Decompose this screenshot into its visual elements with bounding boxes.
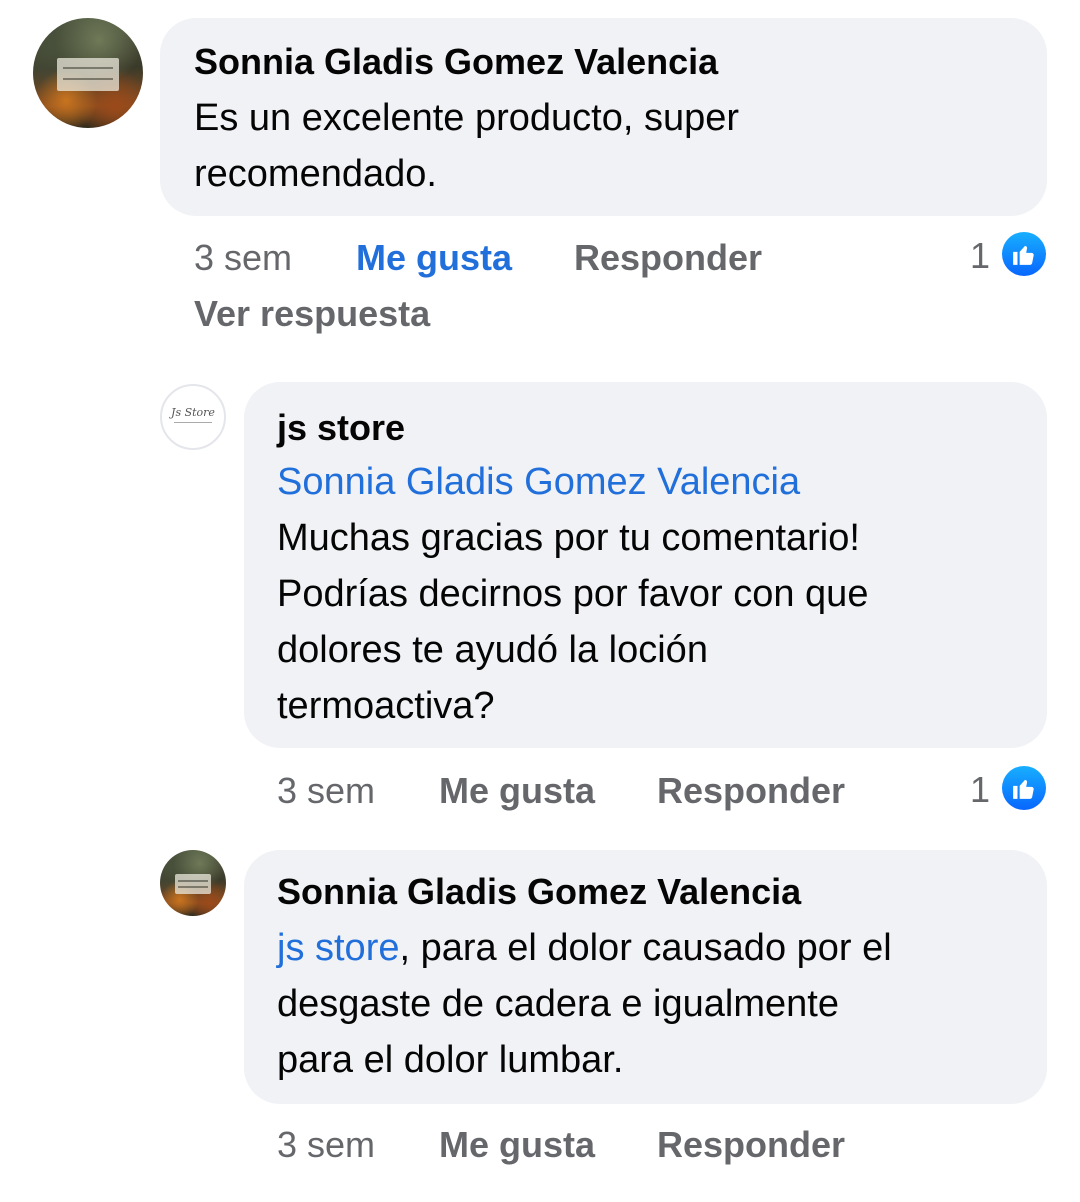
comment-text-line: dolores te ayudó la loción bbox=[277, 629, 708, 671]
avatar-image bbox=[174, 873, 212, 894]
like-button[interactable]: Me gusta bbox=[356, 238, 512, 278]
avatar[interactable] bbox=[33, 18, 143, 128]
reply-comment: Sonnia Gladis Gomez Valencia js store, p… bbox=[0, 840, 1080, 1202]
comment-text-line: termoactiva? bbox=[277, 685, 495, 727]
store-logo: Js Store bbox=[171, 406, 215, 419]
comment-text-line: desgaste de cadera e igualmente bbox=[277, 983, 839, 1025]
comment-text: Es un excelente producto, super recomend… bbox=[194, 90, 739, 202]
comment-text-line: Podrías decirnos por favor con que bbox=[277, 573, 869, 615]
comment-text-line: Es un excelente producto, super bbox=[194, 97, 740, 139]
logo-divider bbox=[174, 422, 212, 423]
comment-text: Sonnia Gladis Gomez Valencia Muchas grac… bbox=[277, 454, 868, 734]
mention-link[interactable]: js store bbox=[277, 927, 399, 969]
comment-bubble: Sonnia Gladis Gomez Valencia Es un excel… bbox=[160, 18, 1047, 216]
comment-bubble: Sonnia Gladis Gomez Valencia js store, p… bbox=[244, 850, 1047, 1104]
like-icon bbox=[1002, 766, 1046, 810]
like-button[interactable]: Me gusta bbox=[439, 771, 595, 811]
reply-comment: Js Store js store Sonnia Gladis Gomez Va… bbox=[0, 360, 1080, 830]
comment-bubble: js store Sonnia Gladis Gomez Valencia Mu… bbox=[244, 382, 1047, 748]
reply-button[interactable]: Responder bbox=[574, 238, 762, 278]
comment-timestamp[interactable]: 3 sem bbox=[277, 1125, 375, 1165]
comment-author[interactable]: js store bbox=[277, 408, 405, 448]
reply-button[interactable]: Responder bbox=[657, 771, 845, 811]
comment-text-line: recomendado. bbox=[194, 153, 437, 195]
comment-text-fragment: , para el dolor causado por el bbox=[399, 927, 892, 969]
reaction-count[interactable]: 1 bbox=[970, 236, 990, 276]
comment-text-line: para el dolor lumbar. bbox=[277, 1039, 624, 1081]
mention-link[interactable]: Sonnia Gladis Gomez Valencia bbox=[277, 454, 868, 510]
comment-text-line: Muchas gracias por tu comentario! bbox=[277, 517, 860, 559]
comment-actions: 3 sem Me gusta Responder bbox=[277, 1125, 977, 1165]
avatar[interactable]: Js Store bbox=[160, 384, 226, 450]
comment-text-line: js store, para el dolor causado por el bbox=[277, 920, 892, 976]
comment-timestamp[interactable]: 3 sem bbox=[277, 771, 375, 811]
comment-author[interactable]: Sonnia Gladis Gomez Valencia bbox=[277, 872, 801, 912]
see-reply-link[interactable]: Ver respuesta bbox=[194, 294, 430, 334]
comment-author[interactable]: Sonnia Gladis Gomez Valencia bbox=[194, 42, 718, 82]
comment-actions: 3 sem Me gusta Responder bbox=[277, 771, 977, 811]
avatar-image bbox=[57, 57, 119, 91]
reply-button[interactable]: Responder bbox=[657, 1125, 845, 1165]
comment-actions: 3 sem Me gusta Responder bbox=[194, 238, 994, 278]
comment-timestamp[interactable]: 3 sem bbox=[194, 238, 292, 278]
reaction-count[interactable]: 1 bbox=[970, 770, 990, 810]
comment-text: js store, para el dolor causado por el d… bbox=[277, 920, 892, 1088]
like-button[interactable]: Me gusta bbox=[439, 1125, 595, 1165]
avatar[interactable] bbox=[160, 850, 226, 916]
like-icon bbox=[1002, 232, 1046, 276]
comment: Sonnia Gladis Gomez Valencia Es un excel… bbox=[0, 0, 1080, 340]
